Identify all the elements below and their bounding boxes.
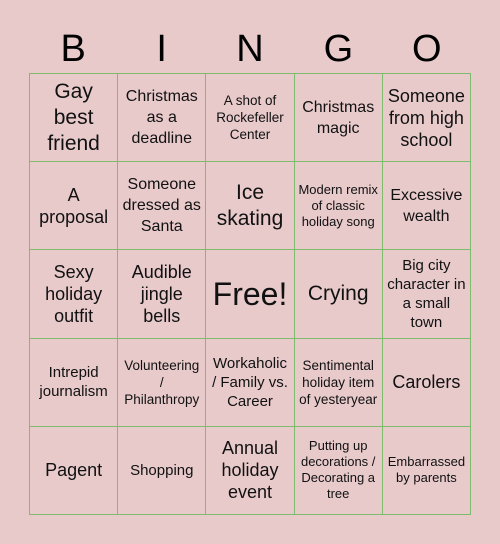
cell-text: Pagent [45,460,103,481]
header-letter-o: O [412,28,442,70]
free-space-cell[interactable]: Free! [206,250,295,339]
bingo-cell[interactable]: Intrepid journalism [30,338,119,427]
cell-text: Sentimental holiday item of yesteryear [299,357,378,407]
cell-text: A shot of Rockefeller Center [216,93,284,143]
bingo-cell[interactable]: Modern remix of classic holiday song [294,162,383,251]
bingo-cell[interactable]: Someone from high school [382,74,471,163]
cell-text: Intrepid journalism [39,364,108,401]
cell-text: Annual holiday event [221,438,279,503]
cell-text: Free! [212,275,288,312]
header-letter-g: G [323,28,354,70]
bingo-cell[interactable]: Audible jingle bells [118,250,207,339]
cell-text: Volunteering / Philanthropy [124,357,200,407]
cell-text: Someone dressed as Santa [122,176,201,236]
bingo-header: B I N G O [29,26,471,72]
bingo-cell[interactable]: Sexy holiday outfit [30,250,119,339]
header-letter-n: N [236,28,264,70]
bingo-cell[interactable]: Big city character in a small town [382,250,471,339]
cell-text: Crying [307,281,369,305]
bingo-cell[interactable]: Putting up decorations / Decorating a tr… [294,426,383,515]
cell-text: Someone from high school [387,85,465,150]
cell-text: Sexy holiday outfit [45,261,103,326]
bingo-cell[interactable]: Christmas magic [294,74,383,163]
bingo-cell[interactable]: Carolers [382,338,471,427]
bingo-cell[interactable]: Workaholic / Family vs. Career [206,338,295,427]
cell-text: Workaholic / Family vs. Career [212,354,288,410]
header-letter-i: I [156,28,167,70]
bingo-cell[interactable]: Christmas as a deadline [118,74,207,163]
bingo-cell[interactable]: Gay best friend [30,74,119,163]
bingo-cell[interactable]: Embarrassed by parents [382,426,471,515]
cell-text: Gay best friend [47,79,100,155]
bingo-cell[interactable]: Pagent [30,426,119,515]
bingo-cell[interactable]: A shot of Rockefeller Center [206,74,295,163]
cell-text: Big city character in a small town [387,256,466,331]
bingo-grid: Gay best friend Christmas as a deadline … [29,73,471,515]
cell-text: Shopping [130,461,194,479]
cell-text: Embarrassed by parents [387,454,466,486]
bingo-cell[interactable]: Crying [294,250,383,339]
cell-text: Audible jingle bells [131,261,192,326]
bingo-cell[interactable]: Someone dressed as Santa [118,162,207,251]
cell-text: Christmas as a deadline [125,88,198,148]
bingo-cell[interactable]: Shopping [118,426,207,515]
bingo-cell[interactable]: Excessive wealth [382,162,471,251]
header-letter-b: B [60,28,86,70]
bingo-cell[interactable]: A proposal [30,162,119,251]
cell-text: A proposal [39,184,109,227]
bingo-cell[interactable]: Annual holiday event [206,426,295,515]
cell-text: Putting up decorations / Decorating a tr… [300,438,376,502]
bingo-cell[interactable]: Ice skating [206,162,295,251]
cell-text: Excessive wealth [390,186,463,225]
cell-text: Modern remix of classic holiday song [298,181,378,229]
bingo-cell[interactable]: Volunteering / Philanthropy [118,338,207,427]
cell-text: Ice skating [216,180,284,230]
cell-text: Christmas magic [302,98,375,137]
cell-text: Carolers [392,372,461,393]
bingo-cell[interactable]: Sentimental holiday item of yesteryear [294,338,383,427]
